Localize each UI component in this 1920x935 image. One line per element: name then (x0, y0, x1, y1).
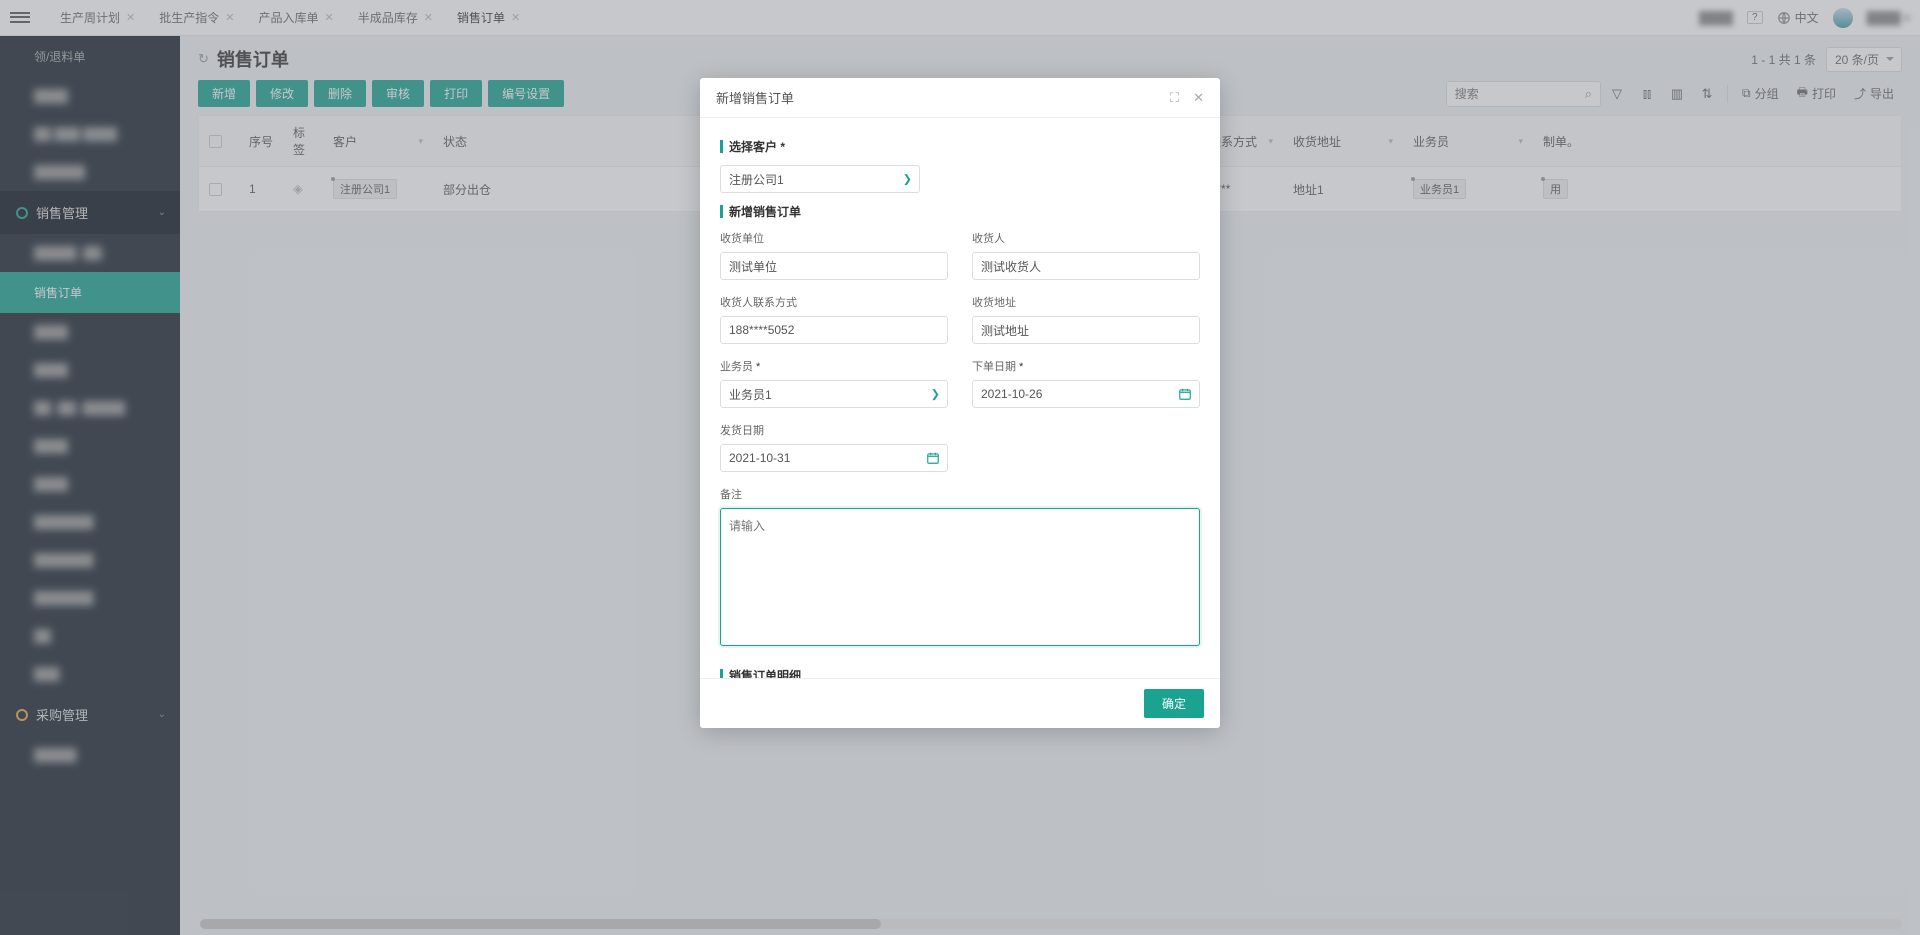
biz-select[interactable] (720, 380, 948, 408)
label-biz: 业务员 (720, 358, 948, 374)
label-order-date: 下单日期 (972, 358, 1200, 374)
modal-footer: 确定 (700, 678, 1220, 728)
modal-header: 新增销售订单 ⛶ ✕ (700, 78, 1220, 118)
section-detail: 销售订单明细 (720, 667, 1200, 678)
modal-title: 新增销售订单 (716, 88, 794, 107)
remark-textarea[interactable] (720, 508, 1200, 646)
label-addr: 收货地址 (972, 294, 1200, 310)
modal-overlay: 新增销售订单 ⛶ ✕ 选择客户 ❯ 新增销售订单 收货单位 收货人 (0, 0, 1920, 935)
label-ship-date: 发货日期 (720, 422, 948, 438)
section-customer: 选择客户 (720, 138, 1200, 155)
label-receiver: 收货人 (972, 230, 1200, 246)
chevron-right-icon[interactable]: ❯ (931, 388, 940, 401)
expand-icon[interactable]: ⛶ (1170, 90, 1179, 106)
chevron-right-icon[interactable]: ❯ (903, 173, 912, 186)
calendar-icon[interactable] (926, 451, 940, 465)
addr-input[interactable] (972, 316, 1200, 344)
customer-select[interactable] (720, 165, 920, 193)
recv-unit-input[interactable] (720, 252, 948, 280)
label-recv-unit: 收货单位 (720, 230, 948, 246)
contact-input[interactable] (720, 316, 948, 344)
modal-body: 选择客户 ❯ 新增销售订单 收货单位 收货人 收货人联系方式 (700, 118, 1220, 678)
close-icon[interactable]: ✕ (1193, 90, 1204, 106)
modal-new-sales-order: 新增销售订单 ⛶ ✕ 选择客户 ❯ 新增销售订单 收货单位 收货人 (700, 78, 1220, 728)
label-remark: 备注 (720, 486, 1200, 502)
section-label: 选择客户 (729, 138, 785, 155)
label-contact: 收货人联系方式 (720, 294, 948, 310)
order-date-input[interactable] (972, 380, 1200, 408)
section-order: 新增销售订单 (720, 203, 1200, 220)
calendar-icon[interactable] (1178, 387, 1192, 401)
confirm-button[interactable]: 确定 (1144, 689, 1204, 718)
receiver-input[interactable] (972, 252, 1200, 280)
ship-date-input[interactable] (720, 444, 948, 472)
